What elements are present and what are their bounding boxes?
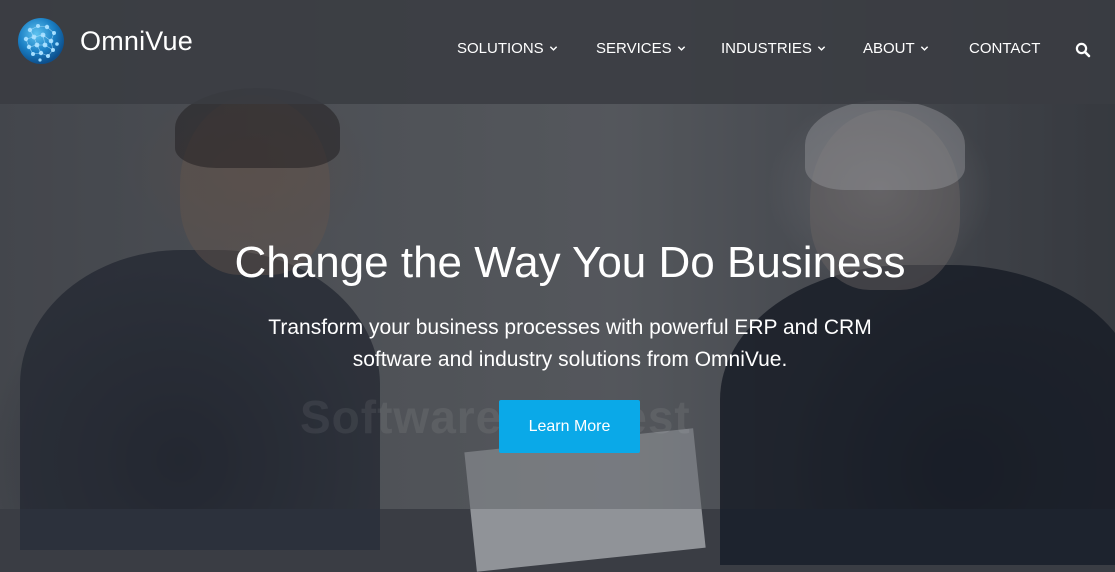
nav-item-label: SOLUTIONS (457, 40, 544, 57)
nav-item-label: CONTACT (969, 40, 1041, 57)
chevron-down-icon (920, 46, 928, 51)
chevron-down-icon (817, 46, 826, 51)
hero-subtext-line-2: software and industry solutions from Omn… (352, 348, 788, 371)
hero-subtext: Transform your business processes with p… (0, 312, 1115, 376)
nav-item-label: INDUSTRIES (721, 40, 812, 57)
main-nav: SOLUTIONS SERVICES INDUSTRIES ABOUT CONT… (0, 40, 1115, 60)
hero-subtext-line-1: Transform your business processes with p… (268, 316, 872, 339)
nav-item-label: ABOUT (863, 40, 915, 57)
chevron-down-icon (677, 46, 685, 51)
search-icon[interactable] (1075, 42, 1091, 58)
nav-item-solutions[interactable]: SOLUTIONS (457, 40, 558, 57)
nav-item-services[interactable]: SERVICES (596, 40, 686, 57)
nav-item-industries[interactable]: INDUSTRIES (721, 40, 826, 57)
learn-more-button[interactable]: Learn More (499, 400, 640, 453)
nav-item-about[interactable]: ABOUT (863, 40, 929, 57)
hero-headline: Change the Way You Do Business (234, 238, 906, 287)
nav-item-label: SERVICES (596, 40, 672, 57)
nav-item-contact[interactable]: CONTACT (969, 40, 1040, 57)
site-header: OmniVue SOLUTIONS SERVICES INDUSTRIES AB… (0, 0, 1115, 104)
chevron-down-icon (549, 46, 557, 51)
